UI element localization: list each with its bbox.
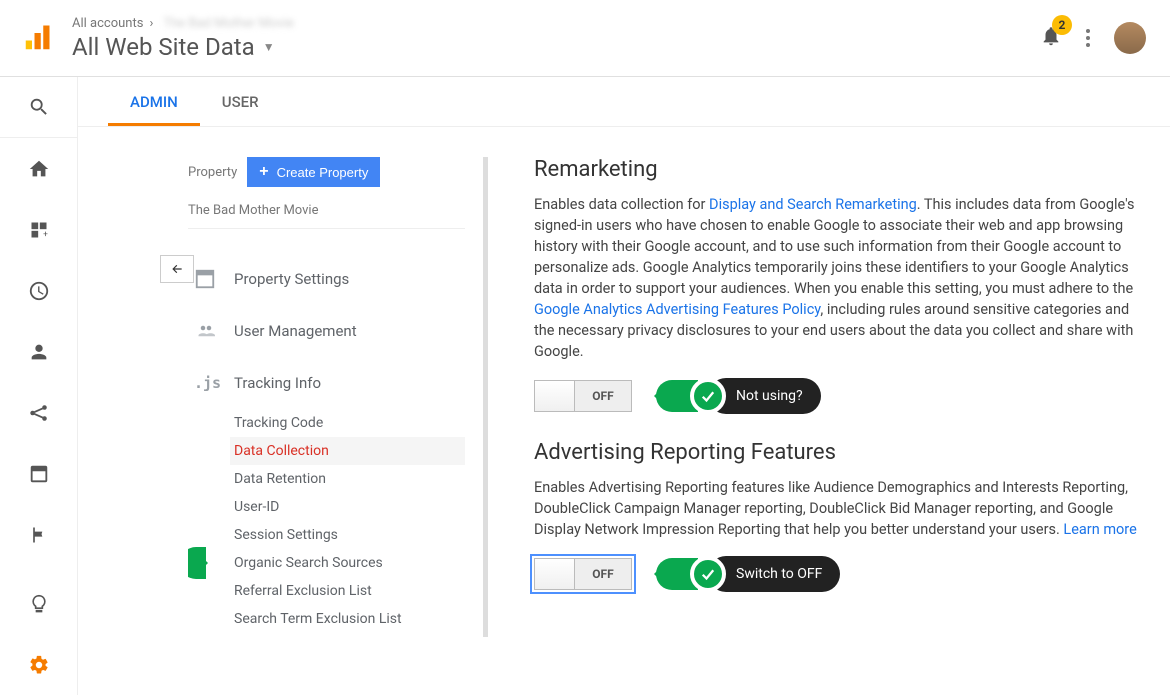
create-property-button[interactable]: + Create Property: [247, 157, 380, 187]
svg-text:+: +: [43, 229, 48, 239]
annotation-data-collection: [188, 545, 206, 581]
adreporting-toggle[interactable]: OFF: [534, 558, 632, 590]
plus-icon: +: [259, 163, 268, 181]
nav-tracking-info[interactable]: .js Tracking Info: [188, 357, 483, 409]
adreporting-title: Advertising Reporting Features: [534, 440, 1140, 465]
subnav-referral-exclusion-list[interactable]: Referral Exclusion List: [234, 577, 483, 605]
rail-acquisition[interactable]: [0, 382, 78, 443]
subnav-search-term-exclusion-list[interactable]: Search Term Exclusion List: [234, 605, 483, 633]
remarketing-title: Remarketing: [534, 157, 1140, 182]
annotation-not-using: Not using?: [656, 378, 821, 414]
more-menu-button[interactable]: [1086, 29, 1090, 47]
page-title-dropdown[interactable]: All Web Site Data ▼: [72, 33, 1040, 61]
annotation-switch-to-off: Switch to OFF: [656, 556, 840, 592]
toggle-thumb: [535, 381, 575, 411]
notification-badge: 2: [1052, 15, 1072, 35]
rail-behavior[interactable]: [0, 443, 78, 504]
js-icon: .js: [188, 374, 234, 392]
share-icon: [28, 402, 50, 424]
rail-conversions[interactable]: [0, 504, 78, 565]
breadcrumb-account: The Bad Mother Movie: [163, 16, 293, 31]
property-name[interactable]: The Bad Mother Movie: [188, 197, 465, 229]
create-property-label: Create Property: [277, 165, 369, 180]
page-title: All Web Site Data: [72, 33, 255, 61]
home-icon: [28, 158, 50, 180]
property-label: Property: [188, 165, 237, 180]
link-learn-more[interactable]: Learn more: [1063, 521, 1136, 538]
rail-discover[interactable]: [0, 573, 78, 634]
check-icon: [690, 378, 726, 414]
rail-realtime[interactable]: [0, 260, 78, 321]
breadcrumb-sep: ›: [149, 16, 153, 31]
admin-tabs: ADMIN USER: [78, 77, 1170, 127]
flag-icon: [29, 525, 49, 545]
link-advertising-features-policy[interactable]: Google Analytics Advertising Features Po…: [534, 301, 820, 318]
clock-icon: [28, 280, 50, 302]
person-icon: [28, 341, 50, 363]
bulb-icon: [29, 594, 49, 614]
back-icon: [168, 262, 186, 276]
left-rail: +: [0, 77, 78, 695]
nav-property-settings[interactable]: Property Settings: [188, 253, 483, 305]
notifications-button[interactable]: 2: [1040, 25, 1062, 51]
top-bar: All accounts › The Bad Mother Movie All …: [0, 0, 1170, 77]
remarketing-description: Enables data collection for Display and …: [534, 194, 1140, 362]
tracking-submenu: Tracking Code Data Collection Data Reten…: [234, 409, 483, 633]
chevron-down-icon: ▼: [263, 40, 275, 54]
toggle-label: OFF: [575, 567, 631, 581]
tab-user[interactable]: USER: [200, 77, 281, 126]
remarketing-toggle[interactable]: OFF: [534, 380, 632, 412]
rail-admin[interactable]: [0, 634, 78, 695]
search-icon: [28, 96, 50, 118]
settings-icon: [188, 268, 234, 290]
rail-audience[interactable]: [0, 321, 78, 382]
subnav-user-id[interactable]: User-ID: [234, 493, 483, 521]
toggle-thumb: [535, 559, 575, 589]
rail-customization[interactable]: +: [0, 199, 78, 260]
rail-home[interactable]: [0, 138, 78, 199]
rail-search[interactable]: [0, 77, 78, 138]
subnav-data-collection[interactable]: Data Collection: [230, 437, 465, 465]
link-display-search-remarketing[interactable]: Display and Search Remarketing: [709, 196, 917, 213]
check-icon: [690, 556, 726, 592]
subnav-tracking-code[interactable]: Tracking Code: [234, 409, 483, 437]
breadcrumb[interactable]: All accounts › The Bad Mother Movie: [72, 16, 1040, 31]
dashboard-icon: +: [29, 220, 49, 240]
subnav-organic-search-sources[interactable]: Organic Search Sources: [234, 549, 483, 577]
avatar[interactable]: [1114, 22, 1146, 54]
nav-user-management[interactable]: User Management: [188, 305, 483, 357]
gear-icon: [28, 654, 50, 676]
people-icon: [188, 322, 234, 340]
tab-admin[interactable]: ADMIN: [108, 77, 200, 126]
subnav-session-settings[interactable]: Session Settings: [234, 521, 483, 549]
toggle-label: OFF: [575, 389, 631, 403]
product-logo: [10, 11, 64, 65]
subnav-data-retention[interactable]: Data Retention: [234, 465, 483, 493]
breadcrumb-root: All accounts: [72, 16, 143, 31]
adreporting-description: Enables Advertising Reporting features l…: [534, 477, 1140, 540]
page-icon: [28, 463, 50, 485]
